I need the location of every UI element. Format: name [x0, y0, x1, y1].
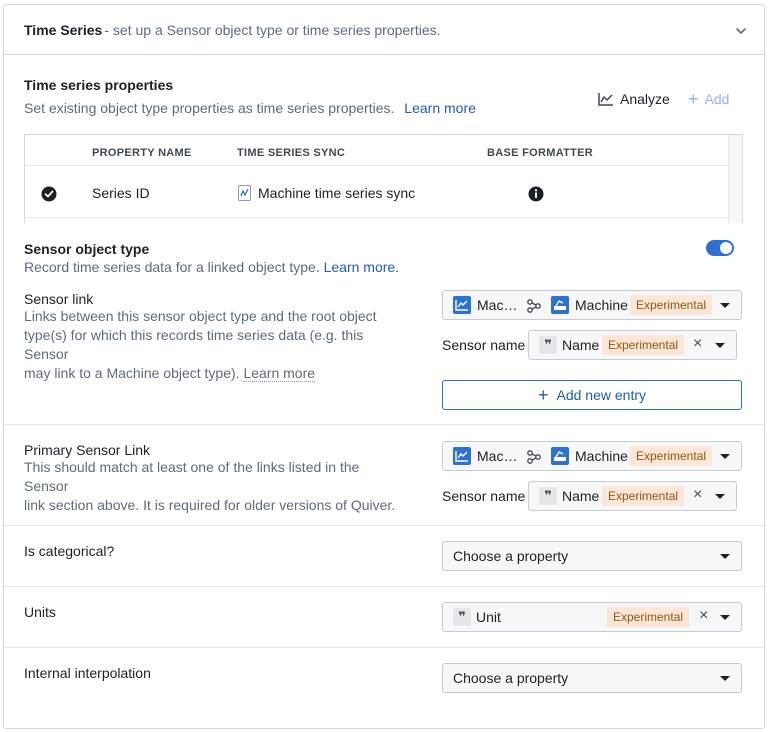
property-name-cell: Series ID	[92, 185, 150, 201]
caret-down-icon	[720, 676, 730, 681]
divider	[4, 424, 764, 425]
ts-properties-description: Set existing object type properties as t…	[24, 100, 476, 116]
sensor-link-learn-more[interactable]: Learn more	[243, 365, 316, 382]
units-label: Units	[24, 604, 56, 620]
sensor-name-label: Sensor name	[442, 337, 526, 353]
analyze-button[interactable]: Analyze	[598, 91, 670, 107]
divider	[4, 647, 764, 648]
caret-down-icon	[715, 494, 725, 499]
plus-icon: +	[688, 89, 699, 109]
clear-icon[interactable]: ×	[699, 607, 708, 625]
internal-interpolation-placeholder: Choose a property	[453, 670, 569, 686]
divider	[4, 586, 764, 587]
is-categorical-placeholder: Choose a property	[453, 548, 569, 564]
internal-interpolation-select[interactable]: Choose a property	[442, 663, 742, 693]
sensor-link-description: Links between this sensor object type an…	[24, 308, 377, 382]
link-icon	[527, 450, 541, 464]
primary-sensor-name-select[interactable]: ❞ Name Experimental ×	[528, 481, 737, 511]
string-property-icon: ❞	[453, 608, 471, 626]
machine-icon	[551, 296, 569, 314]
ts-properties-title: Time series properties	[24, 77, 174, 93]
sensor-name-select[interactable]: ❞ Name Experimental ×	[528, 330, 737, 360]
primary-sensor-link-label: Primary Sensor Link	[24, 442, 151, 458]
info-icon[interactable]	[528, 186, 544, 202]
add-new-entry-button[interactable]: + Add new entry	[442, 380, 742, 410]
machine-icon	[551, 447, 569, 465]
clear-icon[interactable]: ×	[693, 335, 702, 353]
plus-icon: +	[537, 385, 549, 405]
primary-sensor-name-value: Name	[562, 488, 600, 504]
primary-link-to-object: Machine	[575, 448, 628, 464]
primary-sensor-name-label: Sensor name	[442, 488, 526, 504]
sensor-link-label: Sensor link	[24, 291, 94, 307]
sensor-link-from-object: Mac…	[477, 297, 518, 313]
caret-down-icon	[720, 303, 730, 308]
ts-learn-more-link[interactable]: Learn more	[404, 100, 476, 116]
caret-down-icon	[715, 343, 725, 348]
sensor-object-type-title: Sensor object type	[24, 241, 150, 257]
object-type-icon	[453, 447, 471, 465]
experimental-tag: Experimental	[630, 295, 713, 315]
panel-header[interactable]: Time Series - set up a Sensor object typ…	[4, 5, 764, 55]
panel-title: Time Series	[24, 21, 103, 38]
sensor-object-type-description: Record time series data for a linked obj…	[24, 259, 400, 275]
caret-down-icon	[720, 454, 730, 459]
time-series-sync-icon	[238, 185, 251, 201]
object-type-icon	[453, 296, 471, 314]
is-categorical-label: Is categorical?	[24, 543, 115, 559]
sensor-link-select[interactable]: Mac… Machine Experimental	[442, 290, 742, 320]
sensor-name-value: Name	[562, 337, 600, 353]
divider	[4, 525, 764, 526]
sensor-link-to-object: Machine	[575, 297, 628, 313]
column-header-property-name: PROPERTY NAME	[92, 147, 192, 159]
time-series-panel: Time Series - set up a Sensor object typ…	[3, 4, 765, 729]
sensor-learn-more-link[interactable]: Learn more.	[324, 259, 399, 275]
link-icon	[527, 299, 541, 313]
string-property-icon: ❞	[539, 336, 557, 354]
ts-properties-table: PROPERTY NAME TIME SERIES SYNC BASE FORM…	[24, 134, 743, 223]
chevron-down-icon[interactable]	[734, 24, 748, 38]
experimental-tag: Experimental	[607, 607, 690, 627]
primary-sensor-link-description: This should match at least one of the li…	[24, 459, 396, 513]
caret-down-icon	[720, 554, 730, 559]
experimental-tag: Experimental	[602, 486, 685, 506]
line-chart-icon	[598, 93, 613, 106]
column-header-time-series-sync: TIME SERIES SYNC	[237, 147, 346, 159]
caret-down-icon	[720, 615, 730, 620]
add-property-button[interactable]: + Add	[688, 89, 729, 109]
check-circle-icon	[41, 186, 57, 202]
experimental-tag: Experimental	[602, 335, 685, 355]
panel-subtitle: - set up a Sensor object type or time se…	[104, 21, 441, 38]
units-select[interactable]: ❞ Unit Experimental ×	[442, 602, 742, 632]
experimental-tag: Experimental	[630, 446, 713, 466]
units-value: Unit	[476, 609, 501, 625]
time-series-sync-link[interactable]: Machine time series sync	[258, 185, 415, 201]
internal-interpolation-label: Internal interpolation	[24, 665, 151, 681]
clear-icon[interactable]: ×	[693, 486, 702, 504]
sensor-object-type-toggle[interactable]	[706, 240, 734, 256]
string-property-icon: ❞	[539, 487, 557, 505]
is-categorical-select[interactable]: Choose a property	[442, 541, 742, 571]
table-scrollbar[interactable]	[728, 135, 742, 223]
column-header-base-formatter: BASE FORMATTER	[487, 147, 594, 159]
primary-link-from-object: Mac…	[477, 448, 518, 464]
primary-sensor-link-select[interactable]: Mac… Machine Experimental	[442, 441, 742, 471]
